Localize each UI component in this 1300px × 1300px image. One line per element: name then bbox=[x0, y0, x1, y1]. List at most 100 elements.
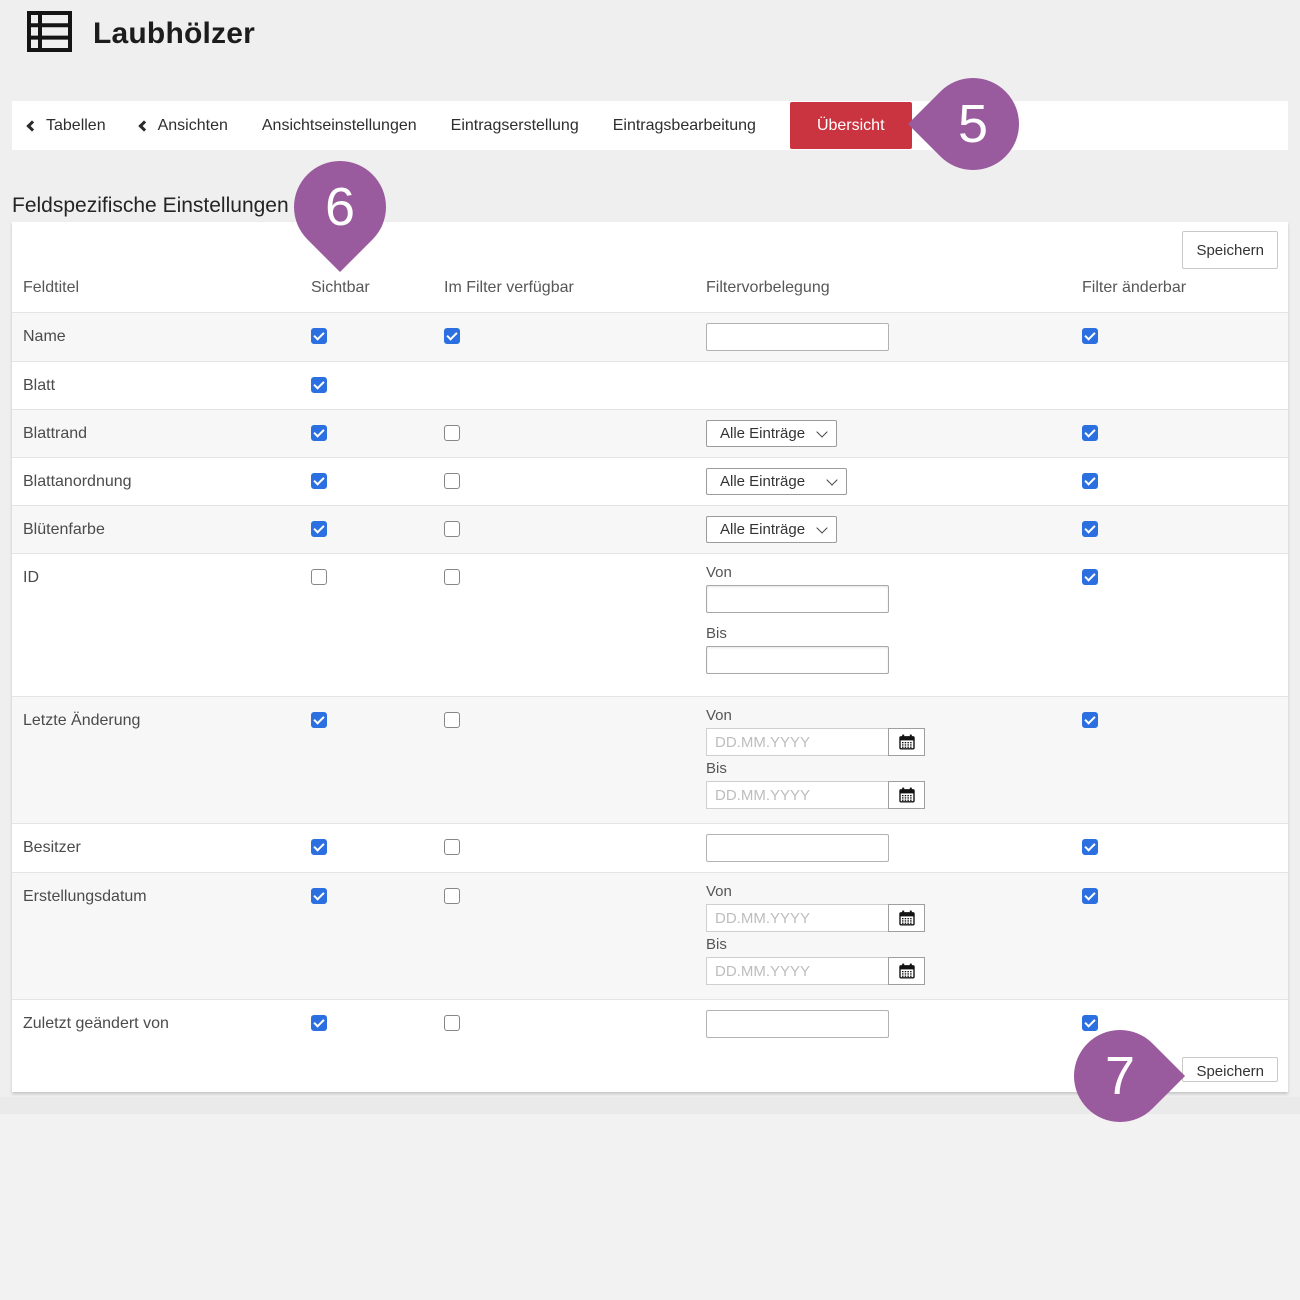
filter-aenderbar-checkbox[interactable] bbox=[1082, 521, 1098, 537]
row-label: Name bbox=[23, 328, 311, 351]
range-to-label: Bis bbox=[706, 936, 1082, 953]
filter-default-input[interactable] bbox=[706, 323, 889, 351]
im-filter-checkbox[interactable] bbox=[444, 328, 460, 344]
sichtbar-checkbox[interactable] bbox=[311, 1015, 327, 1031]
row-label: Zuletzt geändert von bbox=[23, 1015, 311, 1038]
nav-item-ansichtseinstellungen[interactable]: Ansichtseinstellungen bbox=[262, 117, 417, 135]
sichtbar-checkbox[interactable] bbox=[311, 473, 327, 489]
column-header-im-filter: Im Filter verfügbar bbox=[444, 279, 706, 297]
date-from-input[interactable] bbox=[706, 728, 889, 756]
column-header-filter-aenderbar: Filter änderbar bbox=[1082, 279, 1288, 297]
im-filter-checkbox[interactable] bbox=[444, 425, 460, 441]
filter-aenderbar-checkbox[interactable] bbox=[1082, 888, 1098, 904]
section-heading: Feldspezifische Einstellungen bbox=[12, 194, 289, 218]
im-filter-checkbox[interactable] bbox=[444, 521, 460, 537]
table-row-blattanordnung: Blattanordnung Alle Einträge bbox=[12, 457, 1288, 505]
row-label: Erstellungsdatum bbox=[23, 888, 311, 989]
chevron-down-icon bbox=[816, 522, 827, 533]
nav-item-ansichten[interactable]: Ansichten bbox=[140, 117, 228, 135]
filter-aenderbar-checkbox[interactable] bbox=[1082, 1015, 1098, 1031]
date-to-input[interactable] bbox=[706, 781, 889, 809]
table-row-name: Name bbox=[12, 312, 1288, 361]
save-button-top[interactable]: Speichern bbox=[1182, 231, 1278, 269]
sichtbar-checkbox[interactable] bbox=[311, 888, 327, 904]
table-row-blattrand: Blattrand Alle Einträge bbox=[12, 409, 1288, 457]
filter-aenderbar-checkbox[interactable] bbox=[1082, 425, 1098, 441]
sichtbar-checkbox[interactable] bbox=[311, 712, 327, 728]
sichtbar-checkbox[interactable] bbox=[311, 569, 327, 585]
filter-aenderbar-checkbox[interactable] bbox=[1082, 839, 1098, 855]
calendar-icon bbox=[899, 963, 915, 979]
filter-aenderbar-checkbox[interactable] bbox=[1082, 569, 1098, 585]
calendar-button[interactable] bbox=[888, 904, 925, 932]
filter-from-input[interactable] bbox=[706, 585, 889, 613]
table-row-erstellungsdatum: Erstellungsdatum Von bbox=[12, 872, 1288, 999]
table-row-id: ID Von Bis bbox=[12, 553, 1288, 696]
filter-aenderbar-checkbox[interactable] bbox=[1082, 473, 1098, 489]
column-header-feldtitel: Feldtitel bbox=[23, 279, 311, 297]
date-from-input[interactable] bbox=[706, 904, 889, 932]
sichtbar-checkbox[interactable] bbox=[311, 839, 327, 855]
filter-default-select[interactable]: Alle Einträge bbox=[706, 420, 837, 447]
chevron-left-icon bbox=[26, 120, 37, 131]
sichtbar-checkbox[interactable] bbox=[311, 377, 327, 393]
nav-item-uebersicht-active[interactable]: Übersicht bbox=[790, 102, 912, 149]
im-filter-checkbox[interactable] bbox=[444, 473, 460, 489]
filter-aenderbar-checkbox[interactable] bbox=[1082, 328, 1098, 344]
range-from-label: Von bbox=[706, 883, 1082, 900]
row-label: Blatt bbox=[23, 377, 311, 399]
sichtbar-checkbox[interactable] bbox=[311, 521, 327, 537]
range-to-label: Bis bbox=[706, 625, 1082, 642]
row-label: Blattanordnung bbox=[23, 473, 311, 495]
row-label: ID bbox=[23, 569, 311, 686]
calendar-icon bbox=[899, 787, 915, 803]
table-row-blatt: Blatt bbox=[12, 361, 1288, 409]
column-header-row: Feldtitel Sichtbar Im Filter verfügbar F… bbox=[12, 269, 1288, 312]
save-button-bottom[interactable]: Speichern bbox=[1182, 1057, 1278, 1082]
filter-default-select[interactable]: Alle Einträge bbox=[706, 468, 847, 495]
annotation-pin-5: 5 bbox=[908, 59, 1038, 189]
date-to-input[interactable] bbox=[706, 957, 889, 985]
table-row-bluetenfarbe: Blütenfarbe Alle Einträge bbox=[12, 505, 1288, 553]
column-header-filtervorbelegung: Filtervorbelegung bbox=[706, 279, 1082, 297]
range-to-label: Bis bbox=[706, 760, 1082, 777]
table-row-letzte-aenderung: Letzte Änderung Von bbox=[12, 696, 1288, 823]
chevron-left-icon bbox=[138, 120, 149, 131]
im-filter-checkbox[interactable] bbox=[444, 569, 460, 585]
filter-default-input[interactable] bbox=[706, 834, 889, 862]
filter-default-select[interactable]: Alle Einträge bbox=[706, 516, 837, 543]
column-header-sichtbar: Sichtbar bbox=[311, 279, 444, 297]
nav-item-eintragsbearbeitung[interactable]: Eintragsbearbeitung bbox=[613, 117, 756, 135]
calendar-button[interactable] bbox=[888, 957, 925, 985]
row-label: Letzte Änderung bbox=[23, 712, 311, 813]
background-band-lower bbox=[0, 1114, 1300, 1300]
chevron-down-icon bbox=[826, 474, 837, 485]
sichtbar-checkbox[interactable] bbox=[311, 328, 327, 344]
im-filter-checkbox[interactable] bbox=[444, 839, 460, 855]
table-row-besitzer: Besitzer bbox=[12, 823, 1288, 872]
navbar: Tabellen Ansichten Ansichtseinstellungen… bbox=[12, 101, 1288, 150]
nav-item-eintragserstellung[interactable]: Eintragserstellung bbox=[451, 117, 579, 135]
filter-default-input[interactable] bbox=[706, 1010, 889, 1038]
calendar-icon bbox=[899, 910, 915, 926]
calendar-button[interactable] bbox=[888, 781, 925, 809]
row-label: Besitzer bbox=[23, 839, 311, 862]
im-filter-checkbox[interactable] bbox=[444, 888, 460, 904]
row-label: Blattrand bbox=[23, 425, 311, 447]
calendar-button[interactable] bbox=[888, 728, 925, 756]
range-from-label: Von bbox=[706, 707, 1082, 724]
page-title: Laubhölzer bbox=[93, 17, 255, 51]
filter-aenderbar-checkbox[interactable] bbox=[1082, 712, 1098, 728]
app-header: Laubhölzer bbox=[27, 11, 255, 57]
im-filter-checkbox[interactable] bbox=[444, 1015, 460, 1031]
table-icon bbox=[27, 11, 72, 57]
settings-panel: Speichern Feldtitel Sichtbar Im Filter v… bbox=[12, 222, 1288, 1092]
row-label: Blütenfarbe bbox=[23, 521, 311, 543]
calendar-icon bbox=[899, 734, 915, 750]
range-from-label: Von bbox=[706, 564, 1082, 581]
chevron-down-icon bbox=[816, 426, 827, 437]
sichtbar-checkbox[interactable] bbox=[311, 425, 327, 441]
im-filter-checkbox[interactable] bbox=[444, 712, 460, 728]
filter-to-input[interactable] bbox=[706, 646, 889, 674]
nav-item-tabellen[interactable]: Tabellen bbox=[28, 117, 106, 135]
